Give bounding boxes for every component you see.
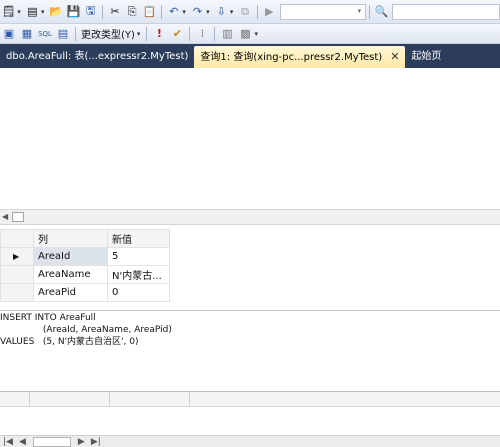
navigate-icon[interactable]: ⇩ — [214, 4, 229, 20]
group-by-icon[interactable]: ⁞ — [194, 26, 210, 42]
results-pane[interactable] — [0, 407, 500, 435]
new-value-cell[interactable]: 0 — [107, 283, 170, 302]
add-item-icon[interactable]: ▤ — [25, 4, 40, 20]
results-column-header — [30, 392, 110, 407]
first-record-button[interactable]: |◀ — [3, 437, 13, 447]
new-value-cell[interactable]: N'内蒙古... — [107, 265, 170, 284]
find-combo[interactable] — [392, 3, 500, 20]
navigate-dropdown-icon[interactable]: ▾ — [230, 8, 234, 16]
verify-sql-icon[interactable]: ✔ — [169, 26, 185, 42]
play-icon[interactable]: ▶ — [262, 4, 277, 20]
document-tabs: dbo.AreaFull: 表(...expressr2.MyTest) 查询1… — [0, 44, 500, 68]
toolbar-separator — [75, 26, 76, 41]
save-all-icon[interactable]: 🖫 — [83, 4, 98, 20]
criteria-pane: 列 新值 ▶ AreaId 5 AreaName N'内蒙古... AreaPi… — [0, 226, 500, 309]
copy-icon[interactable]: ⎘ — [125, 4, 140, 20]
show-results-pane-icon[interactable]: ▤ — [55, 26, 71, 42]
sql-line: (AreaId, AreaName, AreaPid) — [0, 325, 172, 335]
current-row-icon: ▶ — [13, 252, 20, 261]
toolbar-separator — [368, 4, 370, 19]
toolbar-separator — [214, 26, 216, 41]
redo-dropdown-icon[interactable]: ▾ — [206, 8, 210, 16]
redo-icon[interactable]: ↷ — [190, 4, 205, 20]
add-item-dropdown-icon[interactable]: ▾ — [41, 8, 45, 16]
tab-label: 查询1: 查询(xing-pc...pressr2.MyTest) — [200, 52, 383, 63]
toolbar-separator — [161, 4, 163, 19]
query-designer-toolbar: ▣ ▦ SQL ▤ 更改类型(Y) ▾ ! ✔ ⁞ ▥ ▩ ▾ — [0, 24, 500, 44]
paste-icon[interactable]: 📋 — [142, 4, 157, 20]
change-type-dropdown-icon[interactable]: ▾ — [137, 30, 141, 38]
toolbar-separator — [146, 26, 148, 41]
record-navigator: |◀ ◀ ▶ ▶| — [0, 435, 500, 447]
show-criteria-pane-icon[interactable]: ▦ — [19, 26, 35, 42]
criteria-grid: 列 新值 ▶ AreaId 5 AreaName N'内蒙古... AreaPi… — [0, 229, 170, 302]
chevron-down-icon: ▾ — [357, 6, 362, 15]
criteria-header-row: 列 新值 — [0, 229, 170, 248]
scrollbar-thumb[interactable] — [12, 212, 24, 222]
record-number-input[interactable] — [32, 436, 71, 447]
column-cell[interactable]: AreaPid — [33, 283, 108, 302]
cut-icon[interactable]: ✂ — [107, 4, 122, 20]
tab-start-page[interactable]: 起始页 — [405, 46, 447, 68]
new-query-icon[interactable]: 🗒 — [1, 4, 16, 20]
solution-config-combo[interactable]: ▾ — [279, 3, 366, 20]
diagram-horizontal-scrollbar[interactable]: ◀ — [0, 209, 500, 225]
results-grid-header — [0, 391, 500, 407]
sql-line: INSERT INTO AreaFull — [0, 313, 96, 323]
previous-record-button[interactable]: ◀ — [19, 437, 26, 447]
change-type-button[interactable]: 更改类型(Y) — [79, 26, 137, 41]
scroll-left-icon[interactable]: ◀ — [2, 212, 8, 221]
tab-label: 起始页 — [411, 51, 442, 62]
results-selector-header — [0, 392, 30, 407]
save-icon[interactable]: 💾 — [66, 4, 81, 20]
table-row[interactable]: AreaPid 0 — [0, 283, 170, 302]
column-cell[interactable]: AreaId — [33, 247, 108, 266]
open-file-icon[interactable]: 📂 — [49, 4, 64, 20]
toolbar-separator — [102, 4, 104, 19]
row-selector[interactable] — [0, 283, 34, 302]
execute-sql-icon[interactable]: ! — [151, 26, 167, 42]
row-selector[interactable] — [0, 265, 34, 284]
sql-line: VALUES (5, N'内蒙古自治区', 0) — [0, 337, 139, 347]
diagram-pane[interactable] — [0, 68, 500, 208]
show-sql-pane-icon[interactable]: SQL — [37, 26, 53, 42]
find-in-files-icon[interactable]: 🔍 — [374, 4, 389, 20]
row-selector[interactable]: ▶ — [0, 247, 34, 266]
toolbar-separator — [189, 26, 191, 41]
results-column-header — [110, 392, 190, 407]
debug-icon[interactable]: ⧉ — [237, 4, 252, 20]
last-record-button[interactable]: ▶| — [91, 437, 101, 447]
column-header: 列 — [33, 229, 108, 248]
column-cell[interactable]: AreaName — [33, 265, 108, 284]
toolbar-separator — [256, 4, 258, 19]
new-value-cell[interactable]: 5 — [107, 247, 170, 266]
tab-query1[interactable]: 查询1: 查询(xing-pc...pressr2.MyTest) ✕ — [194, 46, 406, 68]
tab-label: dbo.AreaFull: 表(...expressr2.MyTest) — [6, 51, 189, 62]
add-new-derived-table-icon[interactable]: ▩ — [237, 26, 253, 42]
row-selector-header — [0, 229, 34, 248]
tab-table-areafull[interactable]: dbo.AreaFull: 表(...expressr2.MyTest) — [0, 46, 194, 68]
sql-pane[interactable]: INSERT INTO AreaFull (AreaId, AreaName, … — [0, 310, 500, 390]
show-diagram-pane-icon[interactable]: ▣ — [1, 26, 17, 42]
undo-dropdown-icon[interactable]: ▾ — [182, 8, 186, 16]
close-icon[interactable]: ✕ — [390, 50, 399, 63]
table-row[interactable]: ▶ AreaId 5 — [0, 247, 170, 266]
standard-toolbar: 🗒 ▾ ▤ ▾ 📂 💾 🖫 ✂ ⎘ 📋 ↶ ▾ ↷ ▾ ⇩ ▾ ⧉ ▶ ▾ 🔍 — [0, 0, 500, 24]
undo-icon[interactable]: ↶ — [166, 4, 181, 20]
table-row[interactable]: AreaName N'内蒙古... — [0, 265, 170, 284]
toolbar-options-icon[interactable]: ▾ — [254, 30, 258, 38]
add-table-icon[interactable]: ▥ — [219, 26, 235, 42]
new-query-dropdown-icon[interactable]: ▾ — [17, 8, 21, 16]
next-record-button[interactable]: ▶ — [78, 437, 85, 447]
new-value-header: 新值 — [107, 229, 170, 248]
